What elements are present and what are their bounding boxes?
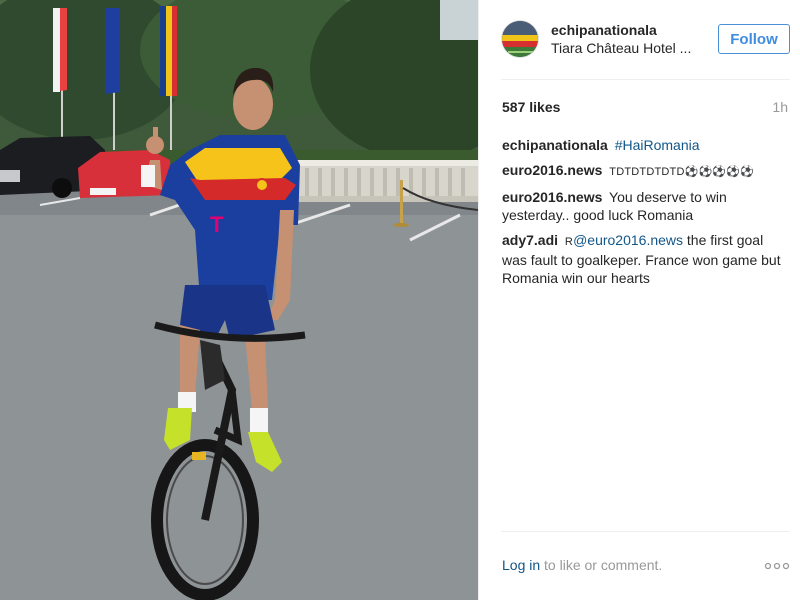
photo-illustration: T [0,0,478,600]
comments-list: echipanationala #HaiRomania euro2016.new… [502,136,782,294]
post-header: echipanationala Tiara Château Hotel ... … [479,0,800,80]
login-suffix: to like or comment. [540,557,663,573]
footer-divider [501,531,790,532]
post-side-panel: echipanationala Tiara Château Hotel ... … [478,0,800,600]
comment-author[interactable]: euro2016.news [502,162,602,178]
login-link[interactable]: Log in [502,557,540,573]
list-item: euro2016.news TDTDTDTDTD⚽⚽⚽⚽⚽ [502,161,782,181]
avatar[interactable] [501,20,539,58]
comment-author[interactable]: euro2016.news [502,189,602,205]
list-item: euro2016.news You deserve to win yesterd… [502,188,782,224]
comment-mention[interactable]: @euro2016.news [573,232,683,248]
svg-text:T: T [210,212,224,237]
comment-prompt: Log in to like or comment. [502,557,662,573]
post-photo[interactable]: T [0,0,478,600]
comment-text: TDTDTDTDTD⚽⚽⚽⚽⚽ [609,166,755,178]
post-timestamp[interactable]: 1h [772,99,788,115]
comment-hashtag[interactable]: #HaiRomania [615,137,700,153]
ellipsis-icon[interactable] [764,560,790,572]
post-location[interactable]: Tiara Château Hotel ... [551,40,701,56]
follow-button[interactable]: Follow [718,24,790,54]
list-item: ady7.adi R@euro2016.news the first goal … [502,231,782,287]
comment-prefix: R [564,236,574,248]
header-divider [501,79,790,80]
comment-author[interactable]: ady7.adi [502,232,558,248]
list-item: echipanationala #HaiRomania [502,136,782,154]
post-username[interactable]: echipanationala [551,22,657,38]
likes-count[interactable]: 587 likes [502,99,560,115]
stadium-avatar-icon [502,21,538,57]
comment-author[interactable]: echipanationala [502,137,608,153]
